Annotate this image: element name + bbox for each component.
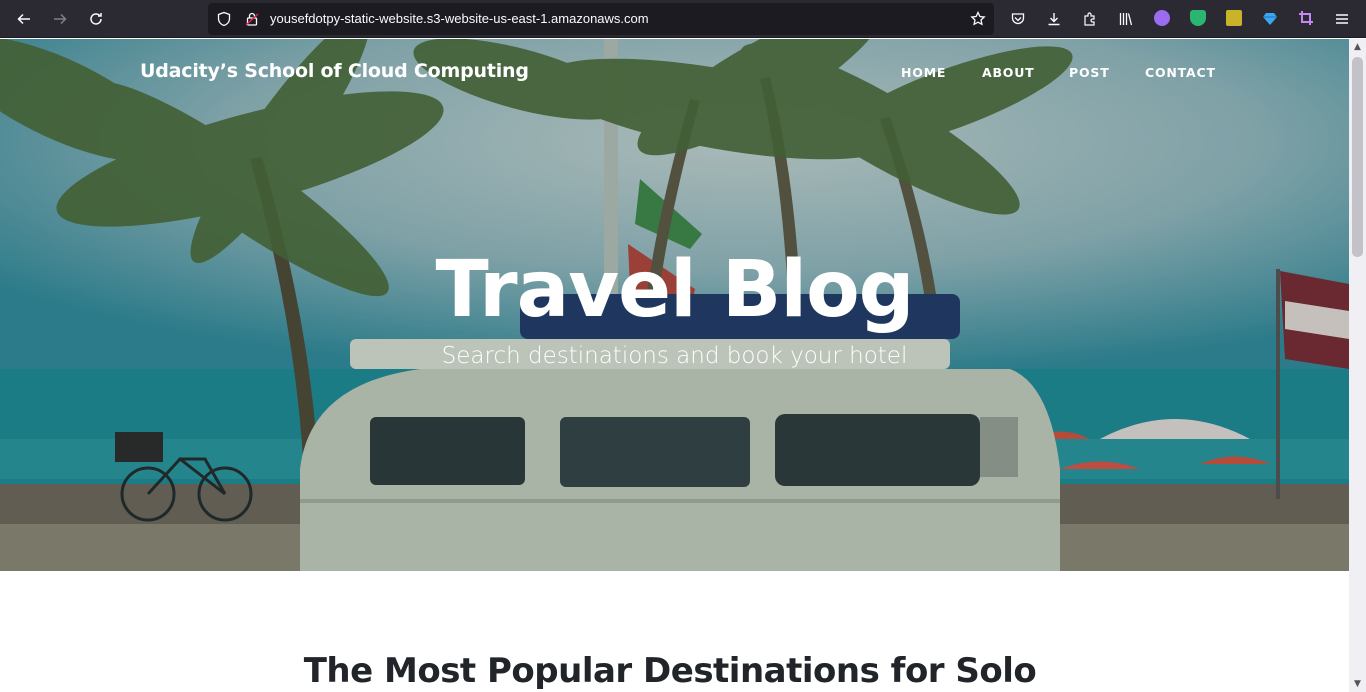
- download-icon[interactable]: [1042, 7, 1066, 31]
- extension-icon[interactable]: [1226, 10, 1242, 26]
- hero-title: Travel Blog: [435, 245, 915, 335]
- shield-icon[interactable]: [216, 11, 232, 27]
- forward-arrow-icon[interactable]: [48, 7, 72, 31]
- nav-link-about[interactable]: ABOUT: [982, 65, 1035, 80]
- page-viewport: Udacity’s School of Cloud Computing HOME…: [0, 39, 1349, 692]
- account-icon[interactable]: [1154, 10, 1170, 26]
- browser-toolbar: yousefdotpy-static-website.s3-website-us…: [0, 0, 1366, 38]
- address-bar[interactable]: yousefdotpy-static-website.s3-website-us…: [208, 3, 994, 35]
- library-icon[interactable]: [1114, 7, 1138, 31]
- bookmark-star-icon[interactable]: [970, 10, 986, 27]
- vertical-scrollbar[interactable]: ▲ ▼: [1349, 39, 1366, 692]
- url-text[interactable]: yousefdotpy-static-website.s3-website-us…: [270, 11, 649, 26]
- scroll-up-icon[interactable]: ▲: [1352, 42, 1363, 52]
- extensions-icon[interactable]: [1078, 7, 1102, 31]
- menu-icon[interactable]: [1330, 7, 1354, 31]
- nav-link-home[interactable]: HOME: [901, 65, 946, 80]
- hero-section: Udacity’s School of Cloud Computing HOME…: [0, 39, 1349, 571]
- section-heading: The Most Popular Destinations for Solo: [303, 651, 1037, 691]
- scroll-thumb[interactable]: [1352, 57, 1363, 257]
- nav-link-contact[interactable]: CONTACT: [1145, 65, 1216, 80]
- scroll-down-icon[interactable]: ▼: [1352, 679, 1363, 689]
- crop-extension-icon[interactable]: [1298, 10, 1314, 26]
- reload-icon[interactable]: [84, 7, 108, 31]
- lock-icon[interactable]: [244, 11, 260, 27]
- site-brand[interactable]: Udacity’s School of Cloud Computing: [140, 60, 529, 82]
- nav-link-post[interactable]: POST: [1069, 65, 1110, 80]
- pocket-icon[interactable]: [1006, 7, 1030, 31]
- back-arrow-icon[interactable]: [12, 7, 36, 31]
- gem-extension-icon[interactable]: [1262, 10, 1278, 26]
- hero-subtitle: Search destinations and book your hotel: [441, 343, 908, 369]
- shield-extension-icon[interactable]: [1190, 10, 1206, 26]
